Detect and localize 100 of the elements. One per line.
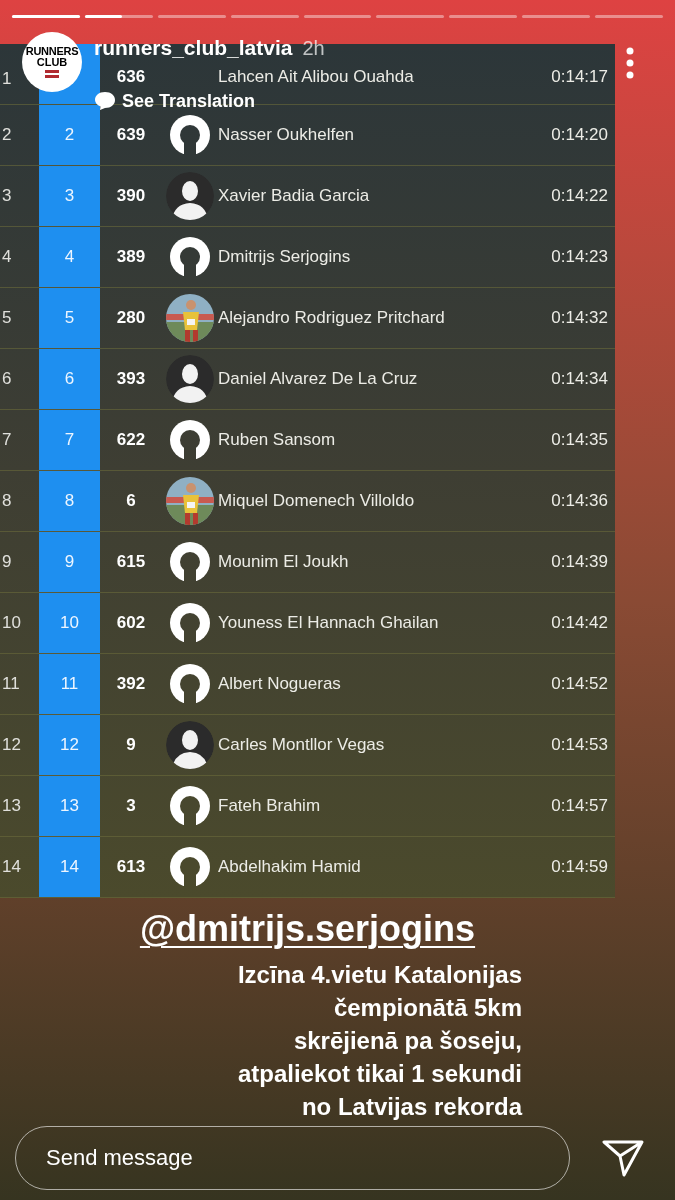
story-progress-segment bbox=[230, 15, 299, 18]
bib-number: 639 bbox=[115, 124, 147, 147]
avatar-icon bbox=[170, 115, 210, 155]
place-cell: 2 bbox=[39, 105, 100, 165]
bib-number: 9 bbox=[125, 734, 137, 757]
runner-name: Xavier Badia Garcia bbox=[218, 185, 371, 208]
rank-number: 10 bbox=[1, 612, 22, 635]
more-options-icon[interactable] bbox=[624, 47, 636, 79]
logo-text: CLUB bbox=[36, 57, 68, 68]
logo-text: RUNNERS bbox=[25, 46, 79, 57]
rank-number: 4 bbox=[1, 246, 13, 269]
avatar-icon bbox=[170, 664, 210, 704]
finish-time: 0:14:59 bbox=[551, 856, 609, 879]
runner-name: Nasser Oukhelfen bbox=[218, 124, 356, 147]
bib-number: 392 bbox=[115, 673, 147, 696]
post-time: 2h bbox=[302, 36, 325, 61]
story-progress-segment bbox=[449, 15, 518, 18]
runner-name: Ruben Sansom bbox=[218, 429, 337, 452]
story-progress-segment bbox=[157, 15, 226, 18]
avatar-icon bbox=[170, 786, 210, 826]
runner-name: Dmitrijs Serjogins bbox=[218, 246, 352, 269]
runner-name: Lahcen Ait Alibou Ouahda bbox=[218, 66, 415, 88]
rank-number: 7 bbox=[1, 429, 13, 452]
runner-name: Mounim El Joukh bbox=[218, 551, 350, 574]
finish-time: 0:14:52 bbox=[551, 673, 609, 696]
rank-number: 11 bbox=[1, 673, 21, 696]
speech-bubble-icon bbox=[94, 91, 116, 111]
rank-number: 13 bbox=[1, 795, 22, 818]
bib-number: 389 bbox=[115, 246, 147, 269]
bib-number: 393 bbox=[115, 368, 147, 391]
bib-number: 602 bbox=[115, 612, 147, 635]
bib-number: 6 bbox=[125, 490, 137, 513]
finish-time: 0:14:20 bbox=[551, 124, 609, 147]
rank-number: 1 bbox=[1, 68, 13, 90]
runner-name: Miquel Domenech Villoldo bbox=[218, 490, 416, 513]
rank-number: 8 bbox=[1, 490, 13, 513]
place-cell: 3 bbox=[39, 166, 100, 226]
avatar-icon bbox=[170, 237, 210, 277]
place-cell: 14 bbox=[39, 837, 100, 897]
message-field[interactable]: Send message bbox=[15, 1126, 570, 1190]
story-progress-segment bbox=[376, 15, 445, 18]
flag-icon bbox=[45, 70, 59, 78]
finish-time: 0:14:34 bbox=[551, 368, 609, 391]
rank-number: 6 bbox=[1, 368, 13, 391]
story-progress-segment bbox=[595, 15, 663, 18]
avatar-icon bbox=[166, 172, 214, 220]
bib-number: 615 bbox=[115, 551, 147, 574]
finish-time: 0:14:32 bbox=[551, 307, 609, 330]
rank-number: 14 bbox=[1, 856, 22, 879]
story-progress-segment bbox=[12, 15, 80, 18]
place-cell: 4 bbox=[39, 227, 100, 287]
see-translation-link[interactable]: See Translation bbox=[122, 87, 256, 115]
runner-name: Carles Montllor Vegas bbox=[218, 734, 386, 757]
bib-number: 390 bbox=[115, 185, 147, 208]
finish-time: 0:14:39 bbox=[551, 551, 609, 574]
place-cell: 10 bbox=[39, 593, 100, 653]
bib-number: 3 bbox=[125, 795, 137, 818]
runner-name: Albert Nogueras bbox=[218, 673, 342, 696]
avatar-icon bbox=[166, 355, 214, 403]
place-cell: 6 bbox=[39, 349, 100, 409]
runner-name: Daniel Alvarez De La Cruz bbox=[218, 368, 419, 391]
finish-time: 0:14:23 bbox=[551, 246, 609, 269]
runner-name: Abdelhakim Hamid bbox=[218, 856, 362, 879]
runner-name: Alejandro Rodriguez Pritchard bbox=[218, 307, 446, 330]
rank-number: 9 bbox=[1, 551, 13, 574]
finish-time: 0:14:35 bbox=[551, 429, 609, 452]
finish-time: 0:14:36 bbox=[551, 490, 609, 513]
place-cell: 13 bbox=[39, 776, 100, 836]
finish-time: 0:14:17 bbox=[551, 66, 609, 88]
place-cell: 12 bbox=[39, 715, 100, 775]
avatar-icon bbox=[170, 847, 210, 887]
runner-name: Fateh Brahim bbox=[218, 795, 322, 818]
finish-time: 0:14:42 bbox=[551, 612, 609, 635]
avatar-icon bbox=[170, 420, 210, 460]
avatar-icon bbox=[166, 721, 214, 769]
rank-number: 3 bbox=[1, 185, 13, 208]
send-icon[interactable] bbox=[602, 1139, 644, 1177]
caption-text: Izcīna 4.vietu Katalonijas čempionātā 5km skrējienā pa šoseju, atpaliekot tikai 1 sekundi no Latvijas rekorda bbox=[237, 960, 522, 1122]
story-progress-segment bbox=[522, 15, 591, 18]
bib-number: 636 bbox=[115, 66, 147, 88]
place-cell: 5 bbox=[39, 288, 100, 348]
story-progress-segment bbox=[303, 15, 372, 18]
finish-time: 0:14:53 bbox=[551, 734, 609, 757]
bib-number: 622 bbox=[115, 429, 147, 452]
place-cell: 11 bbox=[39, 654, 100, 714]
runner-name: Youness El Hannach Ghailan bbox=[218, 612, 440, 635]
rank-number: 5 bbox=[1, 307, 13, 330]
rank-number: 2 bbox=[1, 124, 13, 147]
finish-time: 0:14:22 bbox=[551, 185, 609, 208]
place-cell: 9 bbox=[39, 532, 100, 592]
mention-link[interactable]: @dmitrijs.serjogins bbox=[139, 902, 476, 956]
avatar-icon bbox=[170, 542, 210, 582]
place-cell: 8 bbox=[39, 471, 100, 531]
rank-number: 12 bbox=[1, 734, 22, 757]
avatar-icon bbox=[170, 603, 210, 643]
club-logo[interactable]: RUNNERS CLUB bbox=[22, 32, 82, 92]
place-cell: 7 bbox=[39, 410, 100, 470]
bib-number: 280 bbox=[115, 307, 147, 330]
bib-number: 613 bbox=[115, 856, 147, 879]
finish-time: 0:14:57 bbox=[551, 795, 609, 818]
